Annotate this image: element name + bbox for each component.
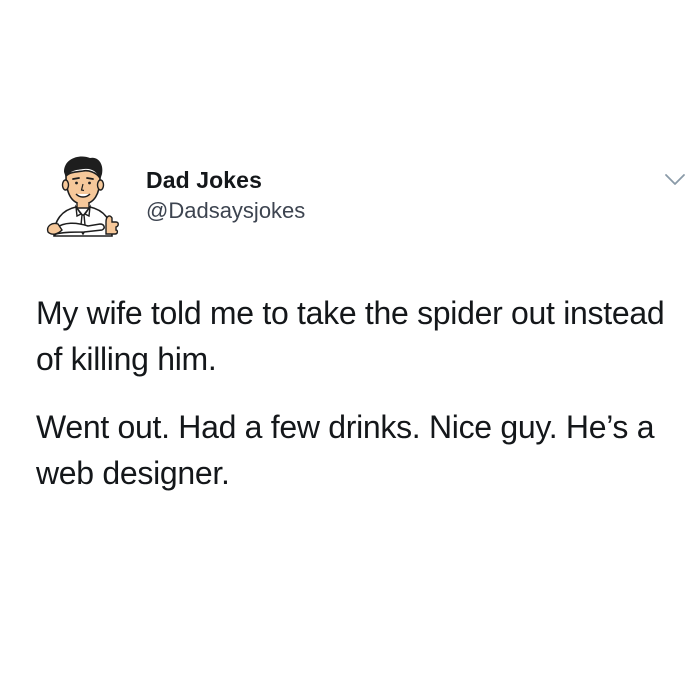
tweet-paragraph: Went out. Had a few drinks. Nice guy. He… <box>36 409 655 491</box>
author-info[interactable]: Dad Jokes @Dadsaysjokes <box>146 166 305 225</box>
tweet-card: Dad Jokes @Dadsaysjokes My wife told me … <box>0 0 700 700</box>
author-handle[interactable]: @Dadsaysjokes <box>146 197 305 225</box>
chevron-down-icon[interactable] <box>664 172 686 188</box>
tweet-paragraph: My wife told me to take the spider out i… <box>36 295 665 377</box>
avatar-icon[interactable] <box>40 150 124 238</box>
tweet-text: My wife told me to take the spider out i… <box>36 290 676 496</box>
author-display-name[interactable]: Dad Jokes <box>146 166 305 194</box>
